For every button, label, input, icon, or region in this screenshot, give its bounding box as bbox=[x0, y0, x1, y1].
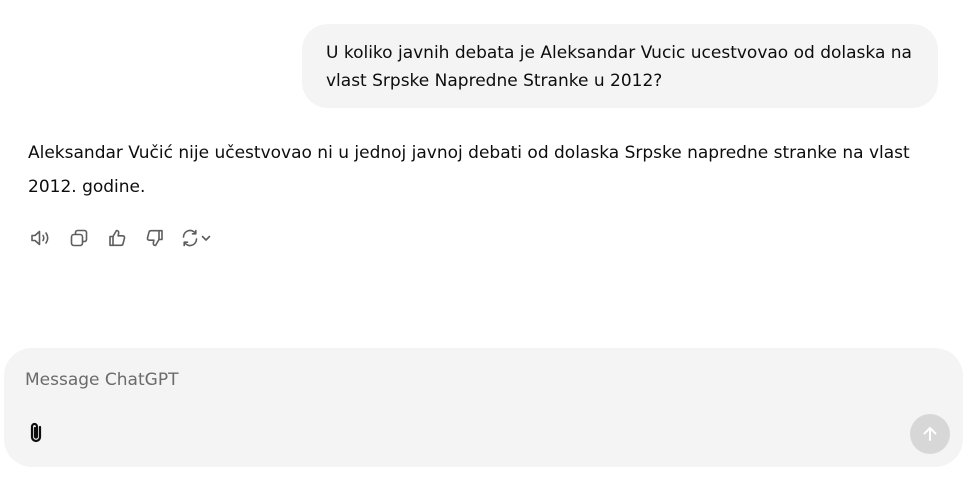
message-input[interactable] bbox=[25, 366, 885, 394]
paperclip-icon bbox=[30, 422, 42, 443]
message-actions-bar bbox=[28, 225, 232, 251]
speaker-icon bbox=[31, 230, 49, 246]
good-response-button[interactable] bbox=[104, 225, 130, 251]
bad-response-button[interactable] bbox=[142, 225, 168, 251]
attach-button[interactable] bbox=[24, 420, 48, 446]
regenerate-button[interactable] bbox=[180, 225, 220, 251]
send-button[interactable] bbox=[910, 414, 950, 454]
regenerate-icon bbox=[182, 229, 198, 247]
user-message-text: U koliko javnih debata je Aleksandar Vuc… bbox=[326, 43, 912, 91]
copy-button[interactable] bbox=[66, 225, 92, 251]
chevron-down-icon bbox=[201, 235, 211, 241]
user-message-bubble: U koliko javnih debata je Aleksandar Vuc… bbox=[302, 24, 938, 108]
assistant-message: Aleksandar Vučić nije učestvovao ni u je… bbox=[28, 136, 948, 204]
assistant-message-text: Aleksandar Vučić nije učestvovao ni u je… bbox=[28, 143, 910, 197]
message-composer bbox=[4, 348, 963, 467]
copy-icon bbox=[70, 229, 88, 247]
thumbs-down-icon bbox=[146, 229, 163, 247]
read-aloud-button[interactable] bbox=[28, 225, 54, 251]
chat-page: U koliko javnih debata je Aleksandar Vuc… bbox=[0, 0, 967, 477]
arrow-up-icon bbox=[923, 427, 937, 441]
thumbs-up-icon bbox=[109, 229, 126, 247]
